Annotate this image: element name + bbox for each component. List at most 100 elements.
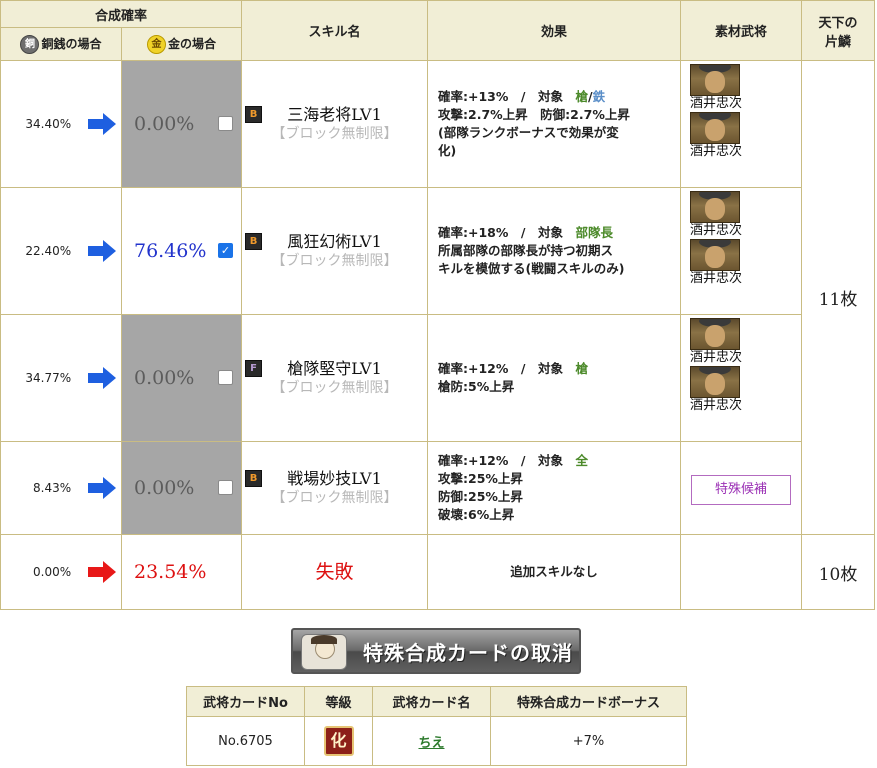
- material-header: 素材武将: [680, 0, 803, 61]
- skill-block-note: 【ブロック無制限】: [271, 126, 398, 142]
- rank-badge-icon: B: [245, 233, 263, 250]
- gold-header-label: 金の場合: [168, 36, 217, 51]
- effect-line: 攻撃:25%上昇: [438, 471, 523, 486]
- fail-gold-rate: 23.54%: [134, 561, 207, 583]
- gold-coin-icon: 金: [147, 34, 166, 54]
- select-checkbox[interactable]: [218, 369, 233, 385]
- select-checkbox[interactable]: ✓: [218, 242, 233, 258]
- material-name: 酒井忠次: [690, 144, 743, 159]
- tenka-count: 10枚: [801, 534, 876, 610]
- effect-cell: 確率:+13% / 対象 槍/鉄 攻撃:2.7%上昇 防御:2.7%上昇 (部隊…: [427, 60, 682, 188]
- gold-rate-cell[interactable]: 0.00%: [120, 60, 243, 188]
- fail-label-cell: 失敗: [241, 534, 429, 610]
- bonus-header: 特殊合成カードボーナス: [490, 686, 687, 717]
- tenka-header: 天下の 片鱗: [801, 0, 876, 61]
- general-portrait-icon[interactable]: [690, 191, 741, 223]
- skill-block-note: 【ブロック無制限】: [271, 380, 398, 396]
- effect-rate: 確率:+18% / 対象: [438, 225, 576, 240]
- effect-cell: 確率:+18% / 対象 部隊長 所属部隊の部隊長が持つ初期ス キルを模倣する(…: [427, 187, 682, 315]
- right-arrow-icon: [88, 113, 116, 135]
- general-portrait-icon[interactable]: [690, 64, 741, 96]
- skill-name: 戦場妙技LV1: [287, 469, 382, 488]
- cancel-special-card-button[interactable]: 特殊合成カードの取消: [291, 628, 581, 674]
- effect-rate: 確率:+13% / 対象: [438, 89, 576, 104]
- bonus-value: +7%: [490, 716, 687, 766]
- select-checkbox[interactable]: [218, 115, 233, 131]
- gold-rate-cell[interactable]: 0.00%: [120, 441, 243, 535]
- copper-rate-cell: 8.43%: [0, 441, 122, 535]
- skill-name: 風狂幻術LV1: [287, 232, 382, 251]
- copper-rate: 8.43%: [33, 481, 72, 495]
- synthesis-table: 合成確率 スキル名 効果 素材武将 天下の 片鱗 銅銅銭の場合 金金の場合 34…: [0, 0, 876, 610]
- copper-rate: 0.00%: [33, 565, 72, 579]
- effect-line: 防御:25%上昇: [438, 489, 523, 504]
- skill-row: 22.40% 76.46% ✓ B 風狂幻術LV1 【ブロック無制限】 確率:+1…: [0, 187, 875, 315]
- skill-block-note: 【ブロック無制限】: [271, 253, 398, 269]
- general-portrait-icon[interactable]: [690, 112, 741, 144]
- card-no-header: 武将カードNo: [186, 686, 305, 717]
- gold-rate: 0.00%: [134, 113, 195, 135]
- skill-block-note: 【ブロック無制限】: [271, 490, 398, 506]
- gold-rate-cell[interactable]: 0.00%: [120, 314, 243, 442]
- right-arrow-icon: [88, 561, 116, 583]
- skill-name: 三海老将LV1: [287, 105, 382, 124]
- effect-cell: 確率:+12% / 対象 全 攻撃:25%上昇 防御:25%上昇 破壊:6%上昇: [427, 441, 682, 535]
- effect-header: 効果: [427, 0, 682, 61]
- material-cell: 特殊候補: [680, 441, 803, 535]
- effect-line: 攻撃:2.7%上昇 防御:2.7%上昇: [438, 107, 630, 122]
- skill-name-cell: B 戦場妙技LV1 【ブロック無制限】: [241, 441, 429, 535]
- tenka-count: 11枚: [801, 60, 876, 535]
- gold-rate: 0.00%: [134, 367, 195, 389]
- skill-name: 槍隊堅守LV1: [287, 359, 382, 378]
- effect-target: 鉄: [592, 89, 606, 104]
- material-name: 酒井忠次: [690, 350, 743, 365]
- skill-name-cell: B 風狂幻術LV1 【ブロック無制限】: [241, 187, 429, 315]
- general-portrait-icon[interactable]: [690, 318, 741, 350]
- grade-cell: 化: [304, 716, 373, 766]
- card-name-cell: ちえ: [372, 716, 491, 766]
- right-arrow-icon: [88, 240, 116, 262]
- card-portrait-icon: [301, 634, 347, 670]
- special-candidate-button[interactable]: 特殊候補: [691, 475, 792, 505]
- rank-badge-icon: F: [245, 360, 263, 377]
- skill-name-cell: F 槍隊堅守LV1 【ブロック無制限】: [241, 314, 429, 442]
- effect-target: 槍: [575, 89, 588, 104]
- select-checkbox[interactable]: [218, 479, 233, 495]
- copper-rate-cell: 34.77%: [0, 314, 122, 442]
- material-cell: 酒井忠次 酒井忠次: [680, 60, 803, 188]
- general-portrait-icon[interactable]: [690, 239, 741, 271]
- right-arrow-icon: [88, 367, 116, 389]
- skill-row: 34.40% 0.00% B 三海老将LV1 【ブロック無制限】 確率:+13%…: [0, 60, 876, 535]
- cancel-special-card-label: 特殊合成カードの取消: [363, 641, 573, 665]
- fail-effect: 追加スキルなし: [427, 534, 682, 610]
- copper-rate: 22.40%: [25, 244, 72, 258]
- grade-header: 等級: [304, 686, 373, 717]
- copper-coin-icon: 銅: [20, 34, 40, 54]
- tenka-header-line1: 天下の: [818, 15, 858, 31]
- rate-header: 合成確率: [0, 0, 243, 28]
- copper-rate-cell: 22.40%: [0, 187, 122, 315]
- skill-name-cell: B 三海老将LV1 【ブロック無制限】: [241, 60, 429, 188]
- material-cell: 酒井忠次 酒井忠次: [680, 314, 803, 442]
- effect-line: 所属部隊の部隊長が持つ初期ス: [438, 243, 614, 258]
- copper-header: 銅銅銭の場合: [0, 27, 122, 61]
- fail-label: 失敗: [315, 561, 354, 583]
- effect-rate: 確率:+12% / 対象: [438, 453, 576, 468]
- general-portrait-icon[interactable]: [690, 366, 741, 398]
- card-name-link[interactable]: ちえ: [418, 736, 444, 751]
- card-name-header: 武将カード名: [372, 686, 491, 717]
- copper-rate-cell: 0.00%: [0, 534, 122, 610]
- material-name: 酒井忠次: [690, 223, 743, 238]
- effect-rate: 確率:+12% / 対象: [438, 361, 576, 376]
- effect-line: 破壊:6%上昇: [438, 507, 515, 522]
- material-name: 酒井忠次: [690, 271, 743, 286]
- copper-rate: 34.40%: [25, 117, 72, 131]
- effect-cell: 確率:+12% / 対象 槍 槍防:5%上昇: [427, 314, 682, 442]
- rank-badge-icon: B: [245, 106, 263, 123]
- fail-row: 0.00% 23.54% 失敗 追加スキルなし 10枚: [0, 534, 876, 610]
- skill-row: 8.43% 0.00% B 戦場妙技LV1 【ブロック無制限】 確率:+12% …: [0, 441, 875, 535]
- skill-name-header: スキル名: [241, 0, 429, 61]
- effect-line: 化): [438, 143, 457, 158]
- gold-rate-cell[interactable]: 76.46% ✓: [120, 187, 243, 315]
- card-no: No.6705: [186, 716, 305, 766]
